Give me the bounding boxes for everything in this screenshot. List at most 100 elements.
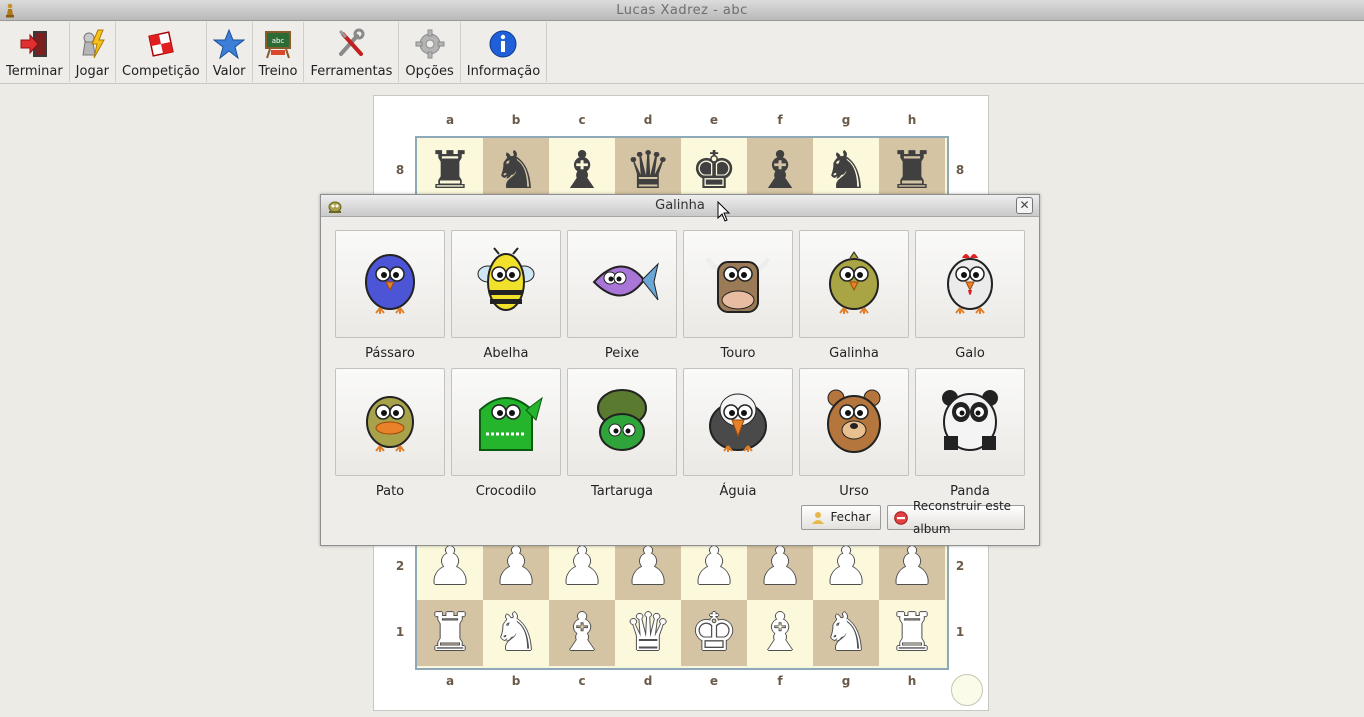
animal-button[interactable] xyxy=(683,230,793,338)
animal-name: Abelha xyxy=(483,346,529,361)
window-title: Lucas Xadrez - abc xyxy=(616,3,748,18)
rank-label-right-1: 1 xyxy=(955,625,965,639)
file-label-top-e: e xyxy=(709,113,719,127)
svg-text:abc: abc xyxy=(272,37,285,45)
gear-icon xyxy=(414,28,446,60)
rank-label-left-1: 1 xyxy=(395,625,405,639)
dialog-title-bar: Galinha ✕ xyxy=(321,195,1039,217)
rebuild-album-button[interactable]: Reconstruir este album xyxy=(887,499,1025,536)
animal-button[interactable] xyxy=(683,368,793,476)
square-c1[interactable]: ♝ xyxy=(549,600,615,666)
file-label-bottom-f: f xyxy=(777,674,783,688)
animal-name: Crocodilo xyxy=(475,484,537,499)
animal-button[interactable] xyxy=(567,368,677,476)
white-bishop-icon[interactable]: ♝ xyxy=(549,600,615,666)
square-d1[interactable]: ♛ xyxy=(615,600,681,666)
animal-button[interactable] xyxy=(567,230,677,338)
square-a1[interactable]: ♜ xyxy=(417,600,483,666)
square-b1[interactable]: ♞ xyxy=(483,600,549,666)
animal-name: Tartaruga xyxy=(591,484,653,499)
animal-button[interactable] xyxy=(799,230,909,338)
window-title-bar: Lucas Xadrez - abc xyxy=(0,0,1364,21)
eagle-icon xyxy=(698,380,778,464)
square-e1[interactable]: ♚ xyxy=(681,600,747,666)
file-label-bottom-c: c xyxy=(578,674,586,688)
main-toolbar: Terminar Jogar Competição Valor abc Trei… xyxy=(0,22,1364,84)
animal-button[interactable] xyxy=(451,230,561,338)
white-rook-icon[interactable]: ♜ xyxy=(879,600,945,666)
animal-button[interactable] xyxy=(799,368,909,476)
close-button[interactable]: Fechar xyxy=(801,505,881,530)
bee-icon xyxy=(466,242,546,326)
animal-name: Touro xyxy=(720,346,756,361)
play-button[interactable]: Jogar xyxy=(70,22,117,82)
turtle-icon xyxy=(582,380,662,464)
white-knight-icon[interactable]: ♞ xyxy=(813,600,879,666)
file-label-bottom-e: e xyxy=(709,674,719,688)
white-king-icon[interactable]: ♚ xyxy=(681,600,747,666)
tools-button[interactable]: Ferramentas xyxy=(304,22,400,82)
animal-button[interactable] xyxy=(335,230,445,338)
rank-label-right-2: 2 xyxy=(955,559,965,573)
dialog-title: Galinha xyxy=(655,198,705,213)
panda-icon xyxy=(930,380,1010,464)
animal-button[interactable] xyxy=(915,230,1025,338)
tools-icon xyxy=(335,28,367,60)
file-label-top-d: d xyxy=(643,113,653,127)
crocodile-icon xyxy=(466,380,546,464)
rooster-icon xyxy=(930,242,1010,326)
file-label-top-f: f xyxy=(777,113,783,127)
file-label-top-b: b xyxy=(511,113,521,127)
pawn-app-icon xyxy=(6,3,14,18)
turn-indicator xyxy=(951,674,983,706)
dialog-close-icon[interactable]: ✕ xyxy=(1016,197,1033,214)
file-label-top-g: g xyxy=(841,113,851,127)
rank-label-left-8: 8 xyxy=(395,163,405,177)
user-icon xyxy=(811,511,825,525)
file-label-top-h: h xyxy=(907,113,917,127)
animal-card-panda: Panda xyxy=(915,368,1025,500)
animal-button[interactable] xyxy=(335,368,445,476)
chick-icon xyxy=(814,242,894,326)
file-label-bottom-b: b xyxy=(511,674,521,688)
square-f1[interactable]: ♝ xyxy=(747,600,813,666)
rebuild-album-label: Reconstruir este album xyxy=(913,498,1012,536)
animal-card-bear: Urso xyxy=(799,368,909,500)
play-label: Jogar xyxy=(75,64,110,79)
file-label-bottom-a: a xyxy=(445,674,455,688)
white-knight-icon[interactable]: ♞ xyxy=(483,600,549,666)
terminate-button[interactable]: Terminar xyxy=(0,22,70,82)
options-label: Opções xyxy=(405,64,454,79)
animal-button[interactable] xyxy=(451,368,561,476)
animal-card-eagle: Águia xyxy=(683,368,793,500)
animal-card-duck: Pato xyxy=(335,368,445,500)
white-queen-icon[interactable]: ♛ xyxy=(615,600,681,666)
mouse-cursor-icon xyxy=(717,201,731,222)
exit-door-icon xyxy=(18,28,50,60)
animal-name: Peixe xyxy=(604,346,640,361)
animal-card-bull: Touro xyxy=(683,230,793,362)
bird-icon xyxy=(350,242,430,326)
information-label: Informação xyxy=(466,64,541,79)
value-button[interactable]: Valor xyxy=(207,22,253,82)
square-g1[interactable]: ♞ xyxy=(813,600,879,666)
square-h1[interactable]: ♜ xyxy=(879,600,945,666)
information-button[interactable]: Informação xyxy=(461,22,548,82)
animal-name: Pássaro xyxy=(365,346,415,361)
no-entry-icon xyxy=(894,510,908,525)
training-button[interactable]: abc Treino xyxy=(253,22,305,82)
file-label-bottom-g: g xyxy=(841,674,851,688)
animal-button[interactable] xyxy=(915,368,1025,476)
white-rook-icon[interactable]: ♜ xyxy=(417,600,483,666)
info-icon xyxy=(487,28,519,60)
animal-name: Panda xyxy=(950,484,990,499)
bear-icon xyxy=(814,380,894,464)
competition-button[interactable]: Competição xyxy=(116,22,207,82)
white-bishop-icon[interactable]: ♝ xyxy=(747,600,813,666)
file-label-top-a: a xyxy=(445,113,455,127)
animal-card-turtle: Tartaruga xyxy=(567,368,677,500)
options-button[interactable]: Opções xyxy=(399,22,461,82)
star-icon xyxy=(213,28,246,60)
animal-card-fish: Peixe xyxy=(567,230,677,362)
animal-card-rooster: Galo xyxy=(915,230,1025,362)
